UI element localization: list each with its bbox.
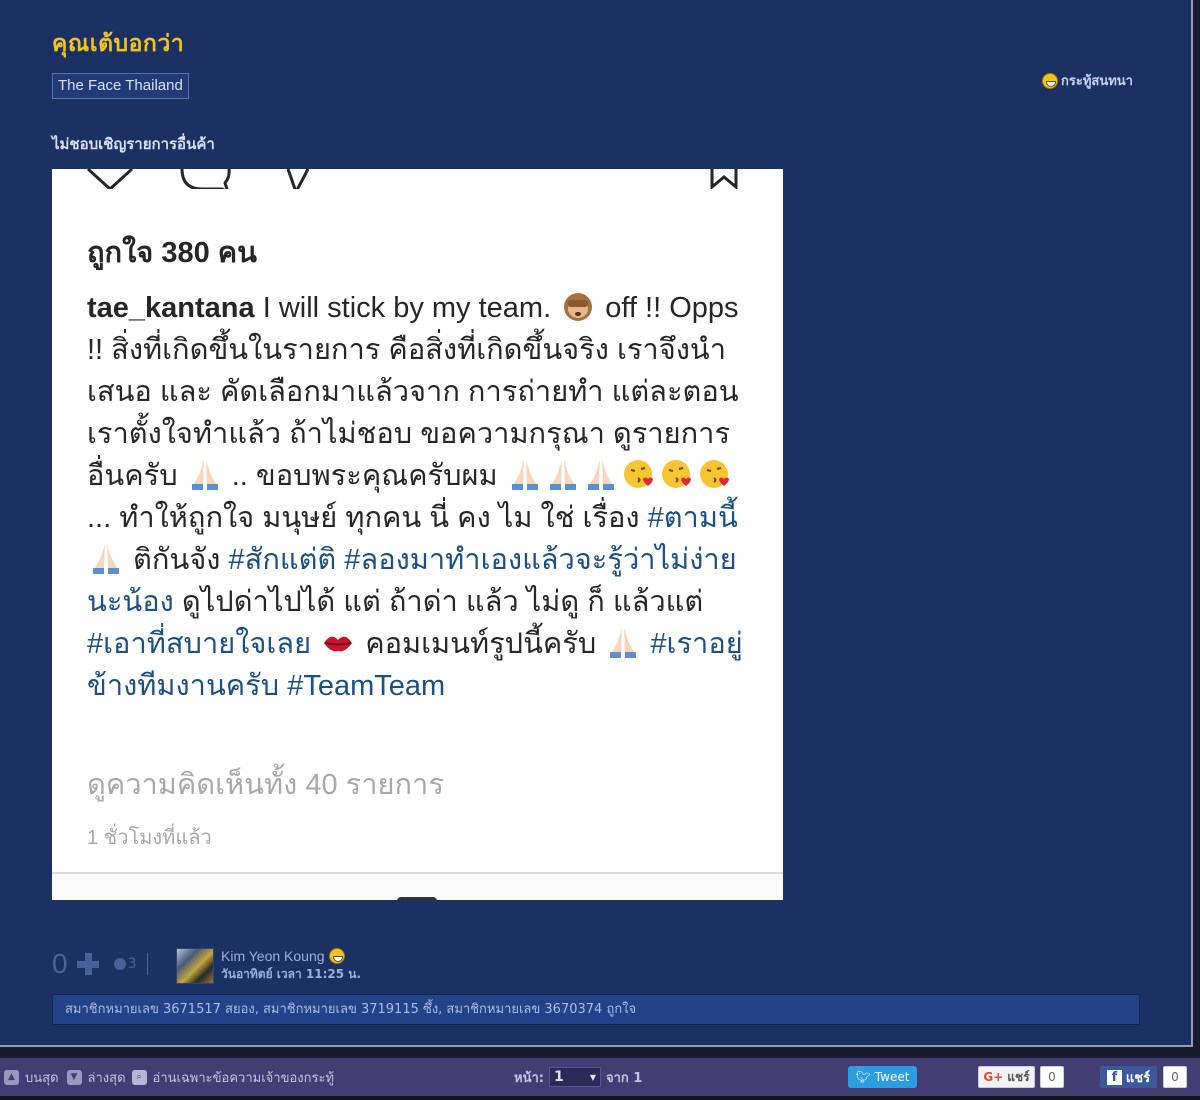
heart-icon	[86, 169, 134, 189]
hashtag-link: #เอาที่สบายใจเลย	[87, 628, 312, 660]
kissing-face-emoji-icon	[622, 457, 656, 491]
smiley-icon	[1042, 72, 1058, 89]
caption-text: คอมเมนท์รูปนี้ครับ	[357, 628, 605, 660]
go-top-label: บนสุด	[25, 1070, 59, 1086]
page-label: หน้า:	[514, 1070, 544, 1086]
smiley-icon	[328, 948, 345, 964]
folded-hands-emoji-icon	[606, 625, 640, 659]
emotion-icon	[113, 958, 126, 970]
caption-text	[311, 628, 319, 660]
post-time-ago: 1 ชั่วโมงที่แล้ว	[87, 827, 212, 849]
page-total: จาก 1	[605, 1070, 643, 1086]
plus-vote-icon[interactable]	[74, 950, 102, 978]
caption-text: ดูไปด่าไปได้ แต่ ถ้าด่า แล้ว ไม่ดู ก็ แล…	[173, 586, 704, 618]
caption-text: .. ขอบพระคุณครับผม	[223, 460, 506, 492]
caption-text: ... ทำให้ถูกใจ มนุษย์ ทุกคน นี่ คง ไม ใช…	[87, 502, 648, 534]
window-edge	[0, 1096, 1200, 1100]
facebook-share-button[interactable]: f แชร์	[1100, 1066, 1157, 1088]
topic-panel: คุณเต้บอกว่า The Face Thailand กระทู้สนท…	[0, 0, 1193, 1047]
page-value: 1	[553, 1069, 564, 1085]
emotion-count: 3	[127, 956, 137, 972]
author-info: Kim Yeon Koung วันอาทิตย์ เวลา 11:25 น.	[176, 948, 361, 984]
folded-hands-emoji-icon	[89, 541, 123, 575]
fb-label: แชร์	[1125, 1070, 1151, 1086]
avatar[interactable]	[176, 948, 214, 984]
post-caption: tae_kantana I will stick by my team. off…	[87, 287, 757, 707]
arrow-down-icon: ▼	[66, 1069, 82, 1085]
pagination: หน้า: 1 ▼ จาก 1	[514, 1067, 642, 1088]
vote-count: 0	[52, 948, 68, 979]
folded-hands-emoji-icon	[508, 457, 542, 491]
topic-type-label: กระทู้สนทนา	[1061, 74, 1133, 89]
emotion-counter[interactable]: 3	[113, 956, 137, 972]
gplus-count: 0	[1040, 1066, 1064, 1088]
emotion-members-bar: สมาชิกหมายเลข 3671517 สยอง, สมาชิกหมายเล…	[52, 994, 1140, 1025]
go-bottom-label: ล่างสุด	[87, 1070, 126, 1086]
caption-text: ติกันจัง	[125, 544, 229, 576]
share-icon	[286, 169, 310, 189]
folded-hands-emoji-icon	[188, 457, 222, 491]
google-plus-share-button[interactable]: G+ แชร์	[978, 1066, 1035, 1088]
magnifier-icon: ⌕	[131, 1069, 147, 1085]
bookmark-icon	[710, 169, 738, 189]
caption-text: I will stick by my team.	[254, 292, 560, 324]
see-no-evil-monkey-emoji-icon	[561, 289, 595, 323]
facebook-icon: f	[1106, 1069, 1122, 1085]
folded-hands-emoji-icon	[584, 457, 618, 491]
likes-count: ถูกใจ 380 คน	[87, 237, 257, 269]
topic-body: ไม่ชอบเชิญรายการอื่นค้า	[52, 135, 215, 153]
kissing-face-emoji-icon	[698, 457, 732, 491]
post-time: วันอาทิตย์ เวลา 11:25 น.	[221, 967, 362, 981]
caption-text	[279, 670, 287, 702]
page-select[interactable]: 1 ▼	[548, 1067, 601, 1087]
google-plus-icon: G+	[983, 1070, 1004, 1084]
tweet-label: Tweet	[874, 1070, 910, 1084]
vote-row: 0 3	[52, 948, 148, 980]
topic-type: กระทู้สนทนา	[1042, 70, 1133, 91]
instagram-action-icons	[86, 169, 738, 189]
hashtag-link: #TeamTeam	[287, 670, 446, 702]
caption-body: I will stick by my team. off !! Opps !! …	[87, 292, 743, 702]
twitter-bird-icon: 🐦︎	[855, 1070, 871, 1084]
owner-only-label: อ่านเฉพาะข้อความเจ้าของกระทู้	[152, 1070, 335, 1086]
go-top-button[interactable]: ▲ บนสุด	[4, 1067, 59, 1088]
bottom-toolbar: ▲ บนสุด ▼ ล่างสุด ⌕ อ่านเฉพาะข้อความเจ้า…	[0, 1058, 1200, 1096]
instagram-screenshot: ถูกใจ 380 คน tae_kantana I will stick by…	[52, 169, 783, 900]
tweet-button[interactable]: 🐦︎ Tweet	[848, 1066, 917, 1088]
author-name[interactable]: Kim Yeon Koung	[221, 948, 325, 964]
kissing-face-emoji-icon	[660, 457, 694, 491]
kiss-mark-emoji-icon	[321, 625, 355, 659]
view-comments-link: ดูความคิดเห็นทั้ง 40 รายการ	[87, 769, 444, 801]
fb-count: 0	[1163, 1066, 1187, 1088]
chevron-down-icon: ▼	[589, 1072, 596, 1082]
go-bottom-button[interactable]: ▼ ล่างสุด	[66, 1067, 126, 1088]
caption-username: tae_kantana	[87, 292, 255, 324]
gplus-label: แชร์	[1007, 1069, 1030, 1084]
author-name-row: Kim Yeon Koung	[221, 948, 361, 964]
arrow-up-icon: ▲	[4, 1069, 19, 1085]
folded-hands-emoji-icon	[546, 457, 580, 491]
owner-only-button[interactable]: ⌕ อ่านเฉพาะข้อความเจ้าของกระทู้	[131, 1067, 335, 1088]
instagram-divider	[52, 872, 783, 900]
topic-title: คุณเต้บอกว่า	[52, 31, 185, 57]
comment-icon	[180, 169, 231, 189]
divider	[146, 953, 148, 975]
hashtag-link: #ตามนี้	[647, 502, 738, 534]
topic-tag[interactable]: The Face Thailand	[52, 73, 189, 99]
hashtag-link: #สักแต่ติ	[228, 544, 337, 576]
